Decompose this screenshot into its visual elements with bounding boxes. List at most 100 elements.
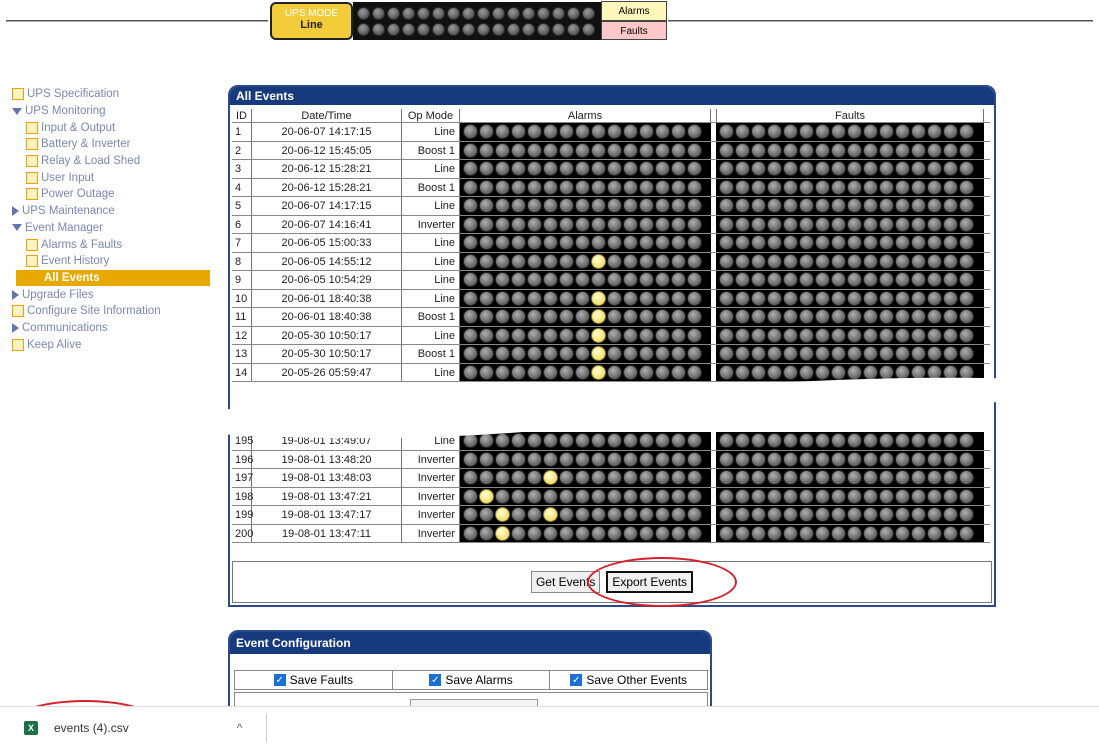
fault-leds [716, 141, 984, 159]
alarm-led-off-icon [671, 161, 686, 177]
fault-led-off-icon [927, 253, 942, 269]
alarm-led-off-icon [543, 488, 558, 504]
alarm-led-off-icon [495, 309, 510, 325]
chevron-up-icon[interactable]: ^ [237, 721, 243, 735]
status-led-icon [402, 22, 415, 36]
fault-led-off-icon [783, 470, 798, 486]
alarm-led-off-icon [607, 507, 622, 523]
alarm-led-off-icon [671, 327, 686, 343]
collapsed-arrow-icon[interactable] [12, 322, 19, 333]
get-events-button[interactable]: Get Events [530, 571, 601, 593]
alarm-led-off-icon [495, 124, 510, 140]
alarm-led-off-icon [655, 216, 670, 232]
alarm-led-off-icon [607, 309, 622, 325]
fault-led-off-icon [719, 433, 734, 449]
alarm-led-off-icon [639, 142, 654, 158]
alarm-led-off-icon [575, 272, 590, 288]
fault-led-off-icon [815, 142, 830, 158]
alarm-led-off-icon [559, 216, 574, 232]
fault-led-off-icon [783, 364, 798, 380]
nav-item-ups-maintenance[interactable]: UPS Maintenance [12, 203, 210, 220]
expanded-arrow-icon[interactable] [12, 224, 22, 232]
nav-item-event-manager[interactable]: Event Manager [12, 220, 210, 237]
fault-led-off-icon [959, 451, 974, 467]
nav-item-keep-alive[interactable]: Keep Alive [12, 336, 210, 353]
fault-led-off-icon [943, 161, 958, 177]
nav-item-ups-monitoring[interactable]: UPS Monitoring [12, 103, 210, 120]
event-opmode: Line [402, 271, 460, 289]
collapsed-arrow-icon[interactable] [12, 206, 19, 217]
fault-led-off-icon [895, 507, 910, 523]
alarm-led-off-icon [479, 433, 494, 449]
fault-led-off-icon [831, 525, 846, 541]
fault-led-off-icon [847, 290, 862, 306]
alarm-led-off-icon [479, 161, 494, 177]
fault-led-off-icon [959, 235, 974, 251]
event-datetime: 20-05-30 10:50:17 [252, 326, 402, 344]
fault-led-off-icon [895, 488, 910, 504]
nav-item-ups-specification[interactable]: UPS Specification [12, 86, 210, 103]
save-faults-option[interactable]: ✓ Save Faults [235, 671, 393, 689]
alarm-led-off-icon [655, 451, 670, 467]
download-bar: X events (4).csv ^ [0, 706, 1099, 748]
alarm-led-off-icon [607, 198, 622, 214]
nav-item-user-input[interactable]: User Input [12, 169, 210, 186]
alarm-led-off-icon [671, 272, 686, 288]
fault-led-off-icon [735, 235, 750, 251]
fault-led-off-icon [895, 327, 910, 343]
event-datetime: 19-08-01 13:47:17 [252, 506, 402, 524]
fault-led-off-icon [735, 525, 750, 541]
alarm-led-off-icon [655, 124, 670, 140]
table-body-top: 1 20-06-07 14:17:15 Line 2 20-06-12 15:45:05… [232, 123, 990, 382]
alarm-led-off-icon [639, 451, 654, 467]
export-events-button[interactable]: Export Events [606, 571, 694, 593]
nav-item-communications[interactable]: Communications [12, 320, 210, 337]
nav-item-power-outage[interactable]: Power Outage [12, 186, 210, 203]
nav-item-upgrade-files[interactable]: Upgrade Files [12, 286, 210, 303]
download-filename[interactable]: events (4).csv [54, 721, 129, 735]
status-led-icon [402, 6, 415, 20]
alarm-led-off-icon [671, 124, 686, 140]
alarm-led-off-icon [511, 272, 526, 288]
fault-led-off-icon [719, 470, 734, 486]
nav-item-event-history[interactable]: Event History [12, 253, 210, 270]
fault-led-off-icon [895, 433, 910, 449]
alarm-led-off-icon [575, 507, 590, 523]
alarm-led-off-icon [671, 470, 686, 486]
nav-item-input-output[interactable]: Input & Output [12, 119, 210, 136]
nav-item-alarms-faults[interactable]: Alarms & Faults [12, 236, 210, 253]
fault-led-off-icon [719, 507, 734, 523]
fault-led-off-icon [799, 216, 814, 232]
fault-led-off-icon [863, 235, 878, 251]
collapsed-arrow-icon[interactable] [12, 289, 19, 300]
alarm-leds [460, 178, 711, 196]
save-alarms-option[interactable]: ✓ Save Alarms [393, 671, 551, 689]
nav-item-configure-site-information[interactable]: Configure Site Information [12, 303, 210, 320]
fault-led-off-icon [719, 235, 734, 251]
nav-item-battery-inverter[interactable]: Battery & Inverter [12, 136, 210, 153]
fault-led-off-icon [959, 124, 974, 140]
fault-led-off-icon [719, 525, 734, 541]
alarm-led-off-icon [607, 253, 622, 269]
checkbox-checked-icon[interactable]: ✓ [429, 674, 442, 686]
fault-led-off-icon [815, 290, 830, 306]
fault-led-off-icon [863, 216, 878, 232]
event-opmode: Boost 1 [402, 345, 460, 363]
page-icon [12, 338, 24, 351]
alarm-led-off-icon [671, 179, 686, 195]
fault-led-off-icon [735, 161, 750, 177]
alarm-led-off-icon [543, 198, 558, 214]
alarm-led-off-icon [479, 470, 494, 486]
save-other-events-option[interactable]: ✓ Save Other Events [550, 671, 707, 689]
nav-item-relay-load-shed[interactable]: Relay & Load Shed [12, 153, 210, 170]
fault-led-off-icon [895, 272, 910, 288]
fault-led-off-icon [847, 179, 862, 195]
expanded-arrow-icon[interactable] [12, 107, 22, 115]
fault-led-off-icon [959, 433, 974, 449]
checkbox-checked-icon[interactable]: ✓ [273, 674, 286, 686]
table-row: 196 19-08-01 13:48:20 Inverter [232, 450, 990, 469]
table-row: 6 20-06-07 14:16:41 Inverter [232, 215, 990, 234]
nav-item-all-events[interactable]: All Events [16, 269, 210, 287]
checkbox-checked-icon[interactable]: ✓ [570, 674, 583, 686]
fault-led-off-icon [879, 142, 894, 158]
